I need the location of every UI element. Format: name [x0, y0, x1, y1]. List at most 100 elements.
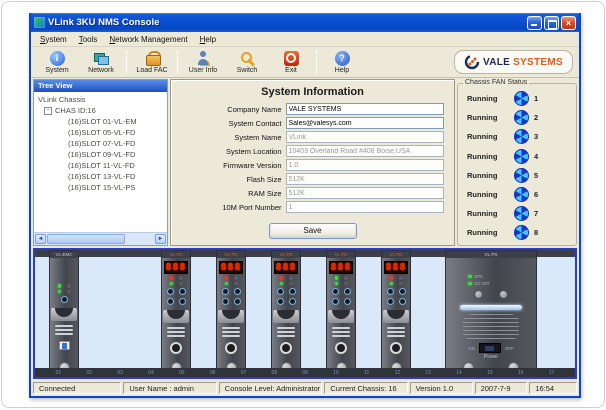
toolbar-help-button[interactable]: ? Help	[320, 48, 364, 76]
menu-bar: System Tools Network Management Help	[31, 32, 579, 47]
vent-slots	[332, 327, 350, 337]
jack-row	[61, 296, 68, 303]
tree-horizontal-scrollbar[interactable]: ◄ ►	[34, 232, 167, 245]
tree-slot-item[interactable]: (16)SLOT 09-VL-FD	[34, 149, 167, 160]
window-controls: ×	[527, 16, 576, 30]
chassis-module-fd[interactable]: VL-FD 888	[216, 250, 246, 375]
main-content: Tree View VLink Chassis - CHAS ID:16 (16…	[31, 78, 579, 247]
module-handle	[328, 310, 354, 323]
fan-icon	[514, 168, 529, 183]
fan-number: 5	[534, 171, 538, 180]
status-user-name: User Name : admin	[123, 382, 216, 394]
fan-status-text: Running	[467, 209, 514, 218]
toolbar-switch-button[interactable]: Switch	[225, 48, 269, 76]
module-handle	[51, 308, 77, 321]
maximize-button[interactable]	[544, 16, 559, 30]
toolbar-system-button[interactable]: i System	[35, 48, 79, 76]
form-row: System Name	[171, 131, 454, 143]
tree-slot-item[interactable]: (16)SLOT 07-VL-FD	[34, 138, 167, 149]
vent-slots	[222, 327, 240, 337]
led-row	[58, 284, 71, 288]
form-row: System Contact	[171, 117, 454, 129]
tree-root-vlink-chassis[interactable]: VLink Chassis	[34, 94, 167, 105]
tree-slot-item[interactable]: (16)SLOT 15-VL-PS	[34, 182, 167, 193]
psu-round-button	[474, 290, 483, 299]
jack-row	[332, 288, 351, 295]
led-row	[280, 282, 293, 286]
menu-help[interactable]: Help	[195, 34, 221, 45]
menu-tools[interactable]: Tools	[74, 34, 103, 45]
network-icon	[94, 51, 109, 66]
toolbar-exit-button[interactable]: Exit	[269, 48, 313, 76]
menu-system[interactable]: System	[35, 34, 72, 45]
jack-row	[167, 288, 186, 295]
slot-number: 16	[518, 370, 524, 376]
title-bar[interactable]: VLink 3KU NMS Console ×	[31, 13, 579, 32]
jack-row	[167, 298, 186, 305]
tree-slot-item[interactable]: (16)SLOT 01-VL-EM	[34, 116, 167, 127]
chassis-module-fd[interactable]: VL-FD 888	[381, 250, 411, 375]
company-name-input[interactable]	[286, 103, 444, 115]
module-handle	[218, 310, 244, 323]
collapse-expander-icon[interactable]: -	[44, 107, 52, 115]
tree-node-chassis[interactable]: - CHAS ID:16	[34, 105, 167, 116]
chassis-module-fd[interactable]: VL-FD 888	[326, 250, 356, 375]
chassis-module-fd[interactable]: VL-FD 888	[161, 250, 191, 375]
seven-segment-display: 888	[219, 261, 243, 274]
fan-icon	[514, 149, 529, 164]
jack-row	[277, 298, 296, 305]
fan-status-text: Running	[467, 228, 514, 237]
port-number-input	[286, 201, 444, 213]
chassis-front-view[interactable]: VL-EMC VL-FD 888	[33, 248, 577, 379]
toolbar-separator	[126, 50, 127, 74]
seven-segment-display: 888	[164, 261, 188, 274]
fan-icon	[514, 91, 529, 106]
fan-icon	[514, 129, 529, 144]
round-connector	[170, 342, 182, 354]
scroll-right-arrow-icon[interactable]: ►	[155, 234, 166, 244]
minimize-button[interactable]	[527, 16, 542, 30]
system-name-input	[286, 131, 444, 143]
scrollbar-thumb[interactable]	[47, 234, 125, 244]
panel-title: System Information	[171, 86, 454, 98]
flash-size-input	[286, 173, 444, 185]
status-date: 2007-7-9	[475, 382, 528, 394]
led-row	[390, 282, 403, 286]
toolbar-load-fac-button[interactable]: Load FAC	[130, 48, 174, 76]
led-row	[335, 282, 348, 286]
slot-number: 12	[395, 370, 401, 376]
toolbar-user-info-button[interactable]: User Info	[181, 48, 225, 76]
tree-slot-item[interactable]: (16)SLOT 05-VL-FD	[34, 127, 167, 138]
field-label: System Contact	[182, 119, 282, 128]
slot-number: 06	[210, 370, 216, 376]
vale-systems-logo: VALE SYSTEMS	[454, 50, 573, 74]
fan-number: 4	[534, 152, 538, 161]
field-label: RAM Size	[182, 189, 282, 198]
power-rocker-switch	[479, 343, 501, 353]
led-row	[335, 276, 348, 280]
slot-number: 02	[86, 370, 92, 376]
jack-row	[387, 298, 406, 305]
toolbar-network-button[interactable]: Network	[79, 48, 123, 76]
form-row: Firmware Version	[171, 159, 454, 171]
slot-number: 17	[549, 370, 555, 376]
chassis-module-fd[interactable]: VL-FD 888	[271, 250, 301, 375]
save-button[interactable]: Save	[269, 223, 357, 239]
module-label: VL-FD	[382, 251, 410, 258]
jack-row	[222, 298, 241, 305]
chassis-module-emc[interactable]: VL-EMC	[49, 250, 79, 375]
module-label: VL-EMC	[50, 251, 78, 258]
slot-number: 10	[333, 370, 339, 376]
psu-faceplate: STA DC INT ON OFF	[446, 272, 536, 360]
chassis-module-ps[interactable]: VL-PS STA DC INT	[445, 250, 537, 375]
menu-network-management[interactable]: Network Management	[104, 34, 192, 45]
system-contact-input[interactable]	[286, 117, 444, 129]
tree-slot-item[interactable]: (16)SLOT 13-VL-FD	[34, 171, 167, 182]
scroll-left-arrow-icon[interactable]: ◄	[35, 234, 46, 244]
fan-status-text: Running	[467, 190, 514, 199]
tree-slot-item[interactable]: (16)SLOT 11-VL-FD	[34, 160, 167, 171]
field-label: System Location	[182, 147, 282, 156]
round-connector	[280, 342, 292, 354]
close-button[interactable]: ×	[561, 16, 576, 30]
fan-number: 2	[534, 113, 538, 122]
